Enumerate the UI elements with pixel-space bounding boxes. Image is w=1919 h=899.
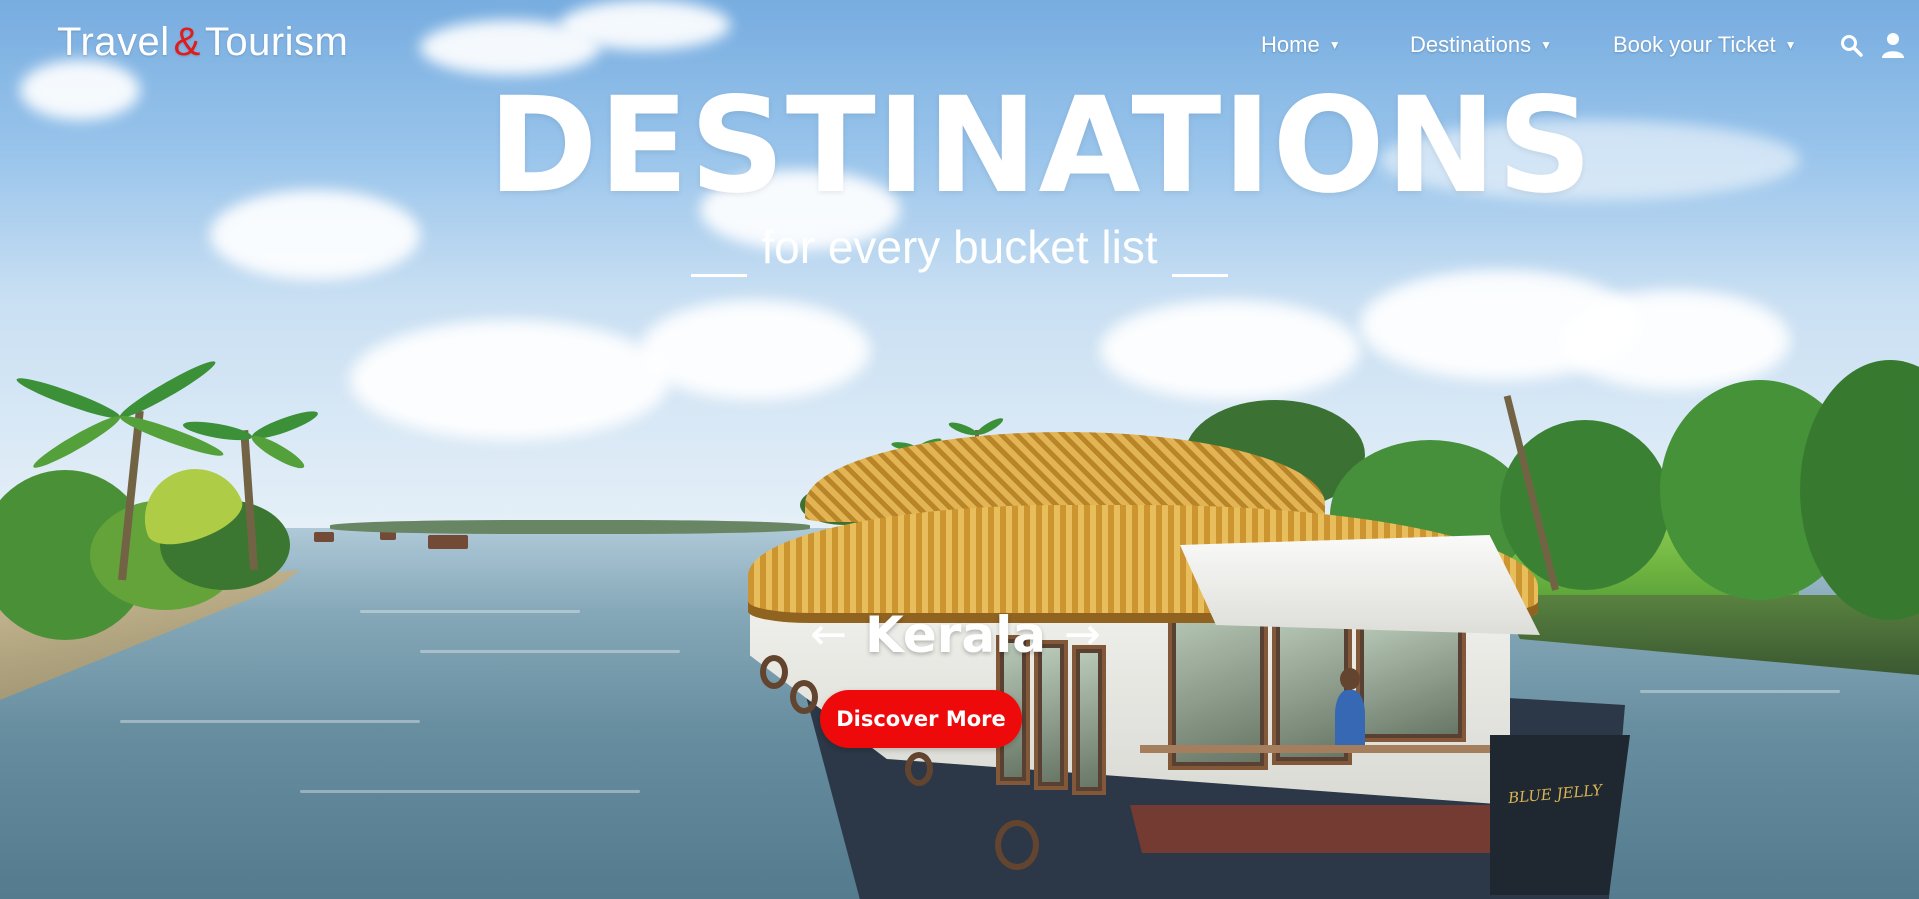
logo-ampersand: & [173,20,201,64]
destination-slider: ← Kerala → [0,606,1915,664]
chevron-down-icon: ▼ [1540,38,1552,52]
chevron-down-icon: ▼ [1784,38,1797,52]
nav-item-destinations[interactable]: Destinations ▼ [1410,32,1552,58]
chevron-down-icon: ▼ [1328,38,1341,52]
logo-text-tourism: Tourism [204,20,349,64]
search-icon [1841,35,1863,57]
subtitle-dash-right [1171,274,1228,277]
subtitle-dash-left [691,274,748,277]
search-button[interactable] [1838,32,1864,58]
nav-item-home[interactable]: Home ▼ [1261,32,1341,58]
user-account-button[interactable] [1879,30,1907,60]
nav-item-label: Book your Ticket [1613,32,1776,57]
hero-subtitle: for every bucket list [0,220,1919,277]
nav-item-label: Home [1261,32,1320,57]
hero-title: DESTINATIONS [488,69,1594,223]
nav-item-book-ticket[interactable]: Book your Ticket ▼ [1613,32,1797,58]
destination-name: Kerala [864,606,1047,664]
site-logo[interactable]: Travel & Tourism [57,20,348,65]
nav-item-label: Destinations [1410,32,1532,57]
next-arrow-icon[interactable]: → [1046,613,1119,657]
discover-more-button[interactable]: Discover More [820,690,1022,748]
prev-arrow-icon[interactable]: ← [792,613,865,657]
user-icon [1882,33,1904,58]
logo-text-travel: Travel [57,20,170,64]
hero-subtitle-text: for every bucket list [761,221,1158,273]
